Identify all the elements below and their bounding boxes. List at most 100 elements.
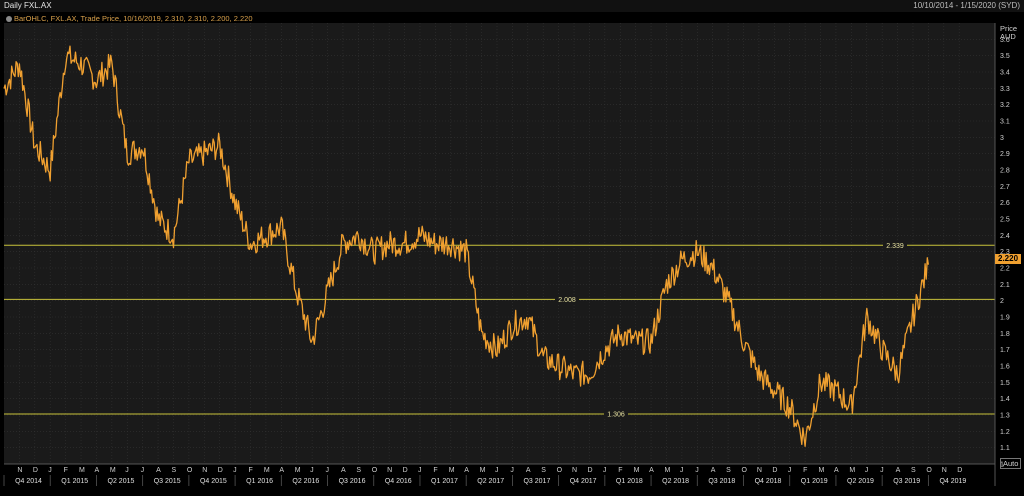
x-month-tick: J: [603, 467, 607, 474]
y-tick-label: 3.5: [1000, 53, 1010, 60]
last-price-badge: 2.220: [995, 254, 1022, 264]
x-month-tick: O: [372, 467, 378, 474]
x-month-tick: M: [79, 467, 85, 474]
x-month-tick: M: [849, 467, 855, 474]
y-axis-ticks: 11.11.21.31.41.51.61.71.81.922.12.22.32.…: [1000, 37, 1010, 469]
x-month-tick: A: [896, 467, 901, 474]
y-tick-label: 1.7: [1000, 347, 1010, 354]
x-quarter-tick: Q3 2017: [523, 478, 550, 485]
x-quarter-tick: Q3 2015: [154, 478, 181, 485]
x-month-tick: N: [202, 467, 207, 474]
x-month-tick: A: [464, 467, 469, 474]
y-tick-label: 1.8: [1000, 331, 1010, 338]
y-tick-label: 2.9: [1000, 151, 1010, 158]
x-month-tick: J: [495, 467, 499, 474]
x-month-tick: J: [880, 467, 884, 474]
plot-area: [4, 23, 995, 464]
y-tick-label: 1.2: [1000, 429, 1010, 436]
x-month-tick: D: [957, 467, 962, 474]
x-month-tick: O: [742, 467, 748, 474]
x-month-tick: D: [33, 467, 38, 474]
x-month-tick: N: [572, 467, 577, 474]
x-month-tick: S: [911, 467, 916, 474]
x-month-tick: J: [125, 467, 129, 474]
y-tick-label: 1.4: [1000, 396, 1010, 403]
x-month-tick: M: [819, 467, 825, 474]
x-month-tick: A: [526, 467, 531, 474]
x-month-tick: J: [233, 467, 237, 474]
x-month-tick: O: [926, 467, 932, 474]
y-tick-label: 3.4: [1000, 70, 1010, 77]
reference-line-label: 2.008: [558, 297, 576, 304]
x-month-tick: D: [218, 467, 223, 474]
price-label-line2: AUD: [1000, 32, 1016, 41]
y-tick-label: 2.4: [1000, 233, 1010, 240]
x-month-tick: N: [387, 467, 392, 474]
x-month-tick: M: [480, 467, 486, 474]
x-quarter-tick: Q1 2018: [616, 478, 643, 485]
x-month-tick: J: [510, 467, 514, 474]
x-month-tick: M: [295, 467, 301, 474]
x-month-tick: A: [279, 467, 284, 474]
x-month-tick: O: [187, 467, 193, 474]
x-month-tick: M: [449, 467, 455, 474]
x-month-tick: J: [48, 467, 52, 474]
x-month-tick: F: [64, 467, 68, 474]
y-tick-label: 2.1: [1000, 282, 1010, 289]
auto-scale-button[interactable]: Auto: [1000, 458, 1022, 469]
x-quarter-tick: Q4 2015: [200, 478, 227, 485]
x-month-tick: M: [664, 467, 670, 474]
y-tick-label: 2.6: [1000, 200, 1010, 207]
x-month-tick: J: [310, 467, 314, 474]
x-month-tick: M: [110, 467, 116, 474]
x-quarter-tick: Q4 2017: [570, 478, 597, 485]
reference-line-label: 2.339: [886, 243, 904, 250]
x-month-tick: D: [772, 467, 777, 474]
x-month-tick: S: [356, 467, 361, 474]
x-month-tick: N: [942, 467, 947, 474]
x-month-tick: A: [834, 467, 839, 474]
x-month-tick: A: [341, 467, 346, 474]
x-quarter-tick: Q4 2014: [15, 478, 42, 485]
x-quarter-tick: Q2 2015: [108, 478, 135, 485]
x-month-tick: J: [418, 467, 422, 474]
y-tick-label: 3: [1000, 135, 1004, 142]
y-tick-label: 2.7: [1000, 184, 1010, 191]
x-quarter-tick: Q1 2016: [246, 478, 273, 485]
x-quarter-tick: Q2 2019: [847, 478, 874, 485]
x-quarter-tick: Q3 2018: [708, 478, 735, 485]
y-tick-label: 2.8: [1000, 168, 1010, 175]
x-month-tick: M: [264, 467, 270, 474]
x-month-tick: F: [803, 467, 807, 474]
x-axis-ticks: NDJFMAMJJASONDJFMAMJJASONDJFMAMJJASONDJF…: [3, 467, 966, 486]
x-month-tick: S: [541, 467, 546, 474]
x-month-tick: J: [680, 467, 684, 474]
x-month-tick: D: [587, 467, 592, 474]
y-tick-label: 2.2: [1000, 266, 1010, 273]
x-quarter-tick: Q2 2018: [662, 478, 689, 485]
x-month-tick: F: [433, 467, 437, 474]
x-quarter-tick: Q1 2017: [431, 478, 458, 485]
x-month-tick: S: [726, 467, 731, 474]
x-quarter-tick: Q1 2015: [61, 478, 88, 485]
y-tick-label: 1.6: [1000, 364, 1010, 371]
x-quarter-tick: Q2 2017: [477, 478, 504, 485]
y-tick-label: 2: [1000, 298, 1004, 305]
y-tick-label: 1.3: [1000, 413, 1010, 420]
x-month-tick: J: [788, 467, 792, 474]
y-tick-label: 1.9: [1000, 315, 1010, 322]
x-quarter-tick: Q3 2016: [339, 478, 366, 485]
x-quarter-tick: Q4 2019: [939, 478, 966, 485]
y-tick-label: 3.1: [1000, 119, 1010, 126]
x-month-tick: M: [634, 467, 640, 474]
x-month-tick: A: [94, 467, 99, 474]
x-month-tick: A: [711, 467, 716, 474]
x-quarter-tick: Q3 2019: [893, 478, 920, 485]
x-month-tick: J: [326, 467, 330, 474]
price-chart[interactable]: 2.3392.0081.306 11.11.21.31.41.51.61.71.…: [0, 0, 1024, 496]
x-month-tick: J: [695, 467, 699, 474]
x-month-tick: A: [649, 467, 654, 474]
reference-line-label: 1.306: [607, 412, 625, 419]
x-month-tick: A: [156, 467, 161, 474]
x-month-tick: N: [757, 467, 762, 474]
